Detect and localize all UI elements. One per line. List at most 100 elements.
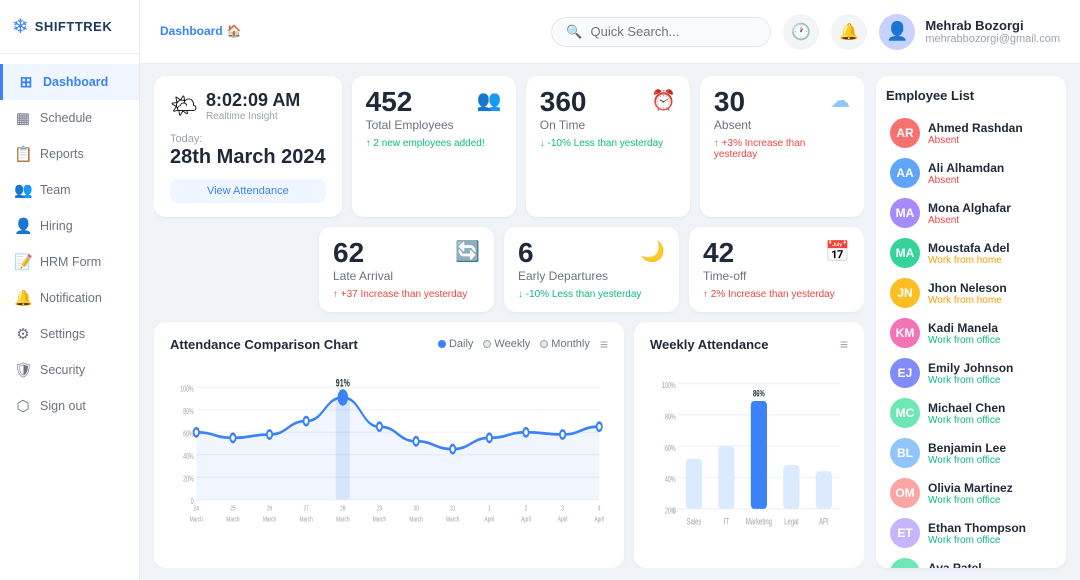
sidebar-item-hrm-form[interactable]: 📝 HRM Form	[0, 244, 139, 280]
sidebar-item-dashboard[interactable]: ⊞ Dashboard	[0, 64, 139, 100]
user-info[interactable]: 👤 Mehrab Bozorgi mehrabbozorgi@gmail.com	[879, 14, 1060, 50]
svg-text:100%: 100%	[662, 380, 676, 391]
stat-value-bot-2: 42	[703, 239, 746, 267]
team-icon: 👥	[14, 181, 32, 199]
stat-change-1: ↓ -10% Less than yesterday	[540, 138, 676, 149]
clock-icon-btn[interactable]: 🕐	[783, 14, 819, 50]
weekly-filter-icon[interactable]: ≡	[840, 336, 848, 352]
emp-name-1: Ali Alhamdan	[928, 161, 1004, 175]
emp-info-2: Mona Alghafar Absent	[928, 201, 1011, 226]
svg-text:April: April	[485, 516, 495, 524]
svg-text:IT: IT	[724, 516, 729, 527]
emp-item-2[interactable]: MA Mona Alghafar Absent	[886, 193, 1056, 233]
emp-avatar-11: AP	[890, 558, 920, 568]
emp-item-9[interactable]: OM Olivia Martinez Work from office	[886, 473, 1056, 513]
emp-status-6: Work from office	[928, 375, 1013, 386]
main-content: 🌤 8:02:09 AM Realtime Insight Today: 28t…	[154, 76, 864, 568]
nav-label-security: Security	[40, 363, 85, 377]
legend-monthly[interactable]: Monthly	[540, 338, 590, 350]
line-chart: 100%80%60%40%20%091%24March25March26Marc…	[170, 360, 608, 538]
main-area: Dashboard 🏠 🔍 🕐 🔔 👤 Mehrab Bozorgi mehra…	[140, 0, 1080, 580]
emp-info-1: Ali Alhamdan Absent	[928, 161, 1004, 186]
emp-name-0: Ahmed Rashdan	[928, 121, 1023, 135]
emp-status-7: Work from office	[928, 415, 1005, 426]
svg-text:80%: 80%	[183, 408, 193, 416]
svg-text:March: March	[373, 516, 387, 524]
filter-icon[interactable]: ≡	[600, 336, 608, 352]
stat-card-0: 452 Total Employees 👥 ↑ 2 new employees …	[352, 76, 516, 217]
svg-text:4: 4	[598, 505, 601, 513]
sidebar-item-sign-out[interactable]: ⬡ Sign out	[0, 388, 139, 424]
stat-card-2: 30 Absent ☁ ↑ +3% Increase than yesterda…	[700, 76, 864, 217]
search-bar[interactable]: 🔍	[551, 17, 771, 47]
stat-label-bot-1: Early Departures	[518, 269, 608, 283]
svg-text:March: March	[190, 516, 204, 524]
stat-card-bottom-0: 62 Late Arrival 🔄 ↑ +37 Increase than ye…	[319, 227, 494, 312]
sidebar-item-settings[interactable]: ⚙ Settings	[0, 316, 139, 352]
stat-header-bot-1: 6 Early Departures 🌙	[518, 239, 665, 283]
stats-row-2: 62 Late Arrival 🔄 ↑ +37 Increase than ye…	[154, 227, 864, 312]
stat-change-2: ↑ +3% Increase than yesterday	[714, 138, 850, 160]
emp-item-4[interactable]: JN Jhon Neleson Work from home	[886, 273, 1056, 313]
stat-value-1: 360	[540, 88, 587, 116]
emp-name-7: Michael Chen	[928, 401, 1005, 415]
sidebar-item-security[interactable]: 🛡 Security	[0, 352, 139, 388]
stat-header-2: 30 Absent ☁	[714, 88, 850, 132]
sidebar-item-notification[interactable]: 🔔 Notification	[0, 280, 139, 316]
content: 🌤 8:02:09 AM Realtime Insight Today: 28t…	[140, 64, 1080, 580]
emp-status-9: Work from office	[928, 495, 1013, 506]
svg-text:March: March	[446, 516, 460, 524]
emp-item-3[interactable]: MA Moustafa Adel Work from home	[886, 233, 1056, 273]
sidebar-item-schedule[interactable]: ▦ Schedule	[0, 100, 139, 136]
breadcrumb: Dashboard 🏠	[160, 24, 242, 38]
emp-avatar-1: AA	[890, 158, 920, 188]
user-details: Mehrab Bozorgi mehrabbozorgi@gmail.com	[925, 18, 1060, 45]
hiring-icon: 👤	[14, 217, 32, 235]
emp-name-5: Kadi Manela	[928, 321, 1000, 335]
emp-item-8[interactable]: BL Benjamin Lee Work from office	[886, 433, 1056, 473]
emp-item-11[interactable]: AP Ava Patel Work from office	[886, 553, 1056, 568]
emp-item-5[interactable]: KM Kadi Manela Work from office	[886, 313, 1056, 353]
emp-item-6[interactable]: EJ Emily Johnson Work from office	[886, 353, 1056, 393]
sidebar-item-hiring[interactable]: 👤 Hiring	[0, 208, 139, 244]
emp-item-1[interactable]: AA Ali Alhamdan Absent	[886, 153, 1056, 193]
stat-label-bot-0: Late Arrival	[333, 269, 393, 283]
search-input[interactable]	[591, 24, 731, 39]
emp-status-1: Absent	[928, 175, 1004, 186]
svg-text:27: 27	[303, 505, 309, 513]
emp-avatar-6: EJ	[890, 358, 920, 388]
clock-date-value: 28th March 2024	[170, 145, 326, 169]
legend-weekly[interactable]: Weekly	[483, 338, 530, 350]
weekly-chart-card: Weekly Attendance ≡ 100%80%60%40%20%0Sal…	[634, 322, 864, 568]
sidebar-item-reports[interactable]: 📋 Reports	[0, 136, 139, 172]
svg-text:March: March	[226, 516, 240, 524]
stat-change-bot-0: ↑ +37 Increase than yesterday	[333, 289, 480, 300]
emp-item-0[interactable]: AR Ahmed Rashdan Absent	[886, 113, 1056, 153]
emp-avatar-2: MA	[890, 198, 920, 228]
stat-change-0: ↑ 2 new employees added!	[366, 138, 502, 149]
logo: ❄ SHIFTTREK	[0, 0, 139, 54]
emp-item-7[interactable]: MC Michael Chen Work from office	[886, 393, 1056, 433]
stat-icon-2: ☁	[830, 88, 850, 113]
search-icon: 🔍	[566, 24, 582, 40]
view-attendance-btn[interactable]: View Attendance	[170, 179, 326, 203]
nav-label-notification: Notification	[40, 291, 102, 305]
svg-text:28: 28	[340, 505, 346, 513]
emp-status-4: Work from home	[928, 295, 1007, 306]
emp-avatar-5: KM	[890, 318, 920, 348]
nav-label-reports: Reports	[40, 147, 84, 161]
svg-text:40%: 40%	[183, 453, 193, 461]
dashboard-icon: ⊞	[17, 73, 35, 91]
nav-label-hrm-form: HRM Form	[40, 255, 101, 269]
user-name: Mehrab Bozorgi	[925, 18, 1060, 33]
svg-text:30: 30	[413, 505, 419, 513]
nav-label-settings: Settings	[40, 327, 85, 341]
schedule-icon: ▦	[14, 109, 32, 127]
clock-card: 🌤 8:02:09 AM Realtime Insight Today: 28t…	[154, 76, 342, 217]
emp-status-3: Work from home	[928, 255, 1010, 266]
sidebar-item-team[interactable]: 👥 Team	[0, 172, 139, 208]
legend-daily[interactable]: Daily	[438, 338, 473, 350]
clock-top: 🌤 8:02:09 AM Realtime Insight	[170, 90, 326, 122]
emp-item-10[interactable]: ET Ethan Thompson Work from office	[886, 513, 1056, 553]
bell-icon-btn[interactable]: 🔔	[831, 14, 867, 50]
